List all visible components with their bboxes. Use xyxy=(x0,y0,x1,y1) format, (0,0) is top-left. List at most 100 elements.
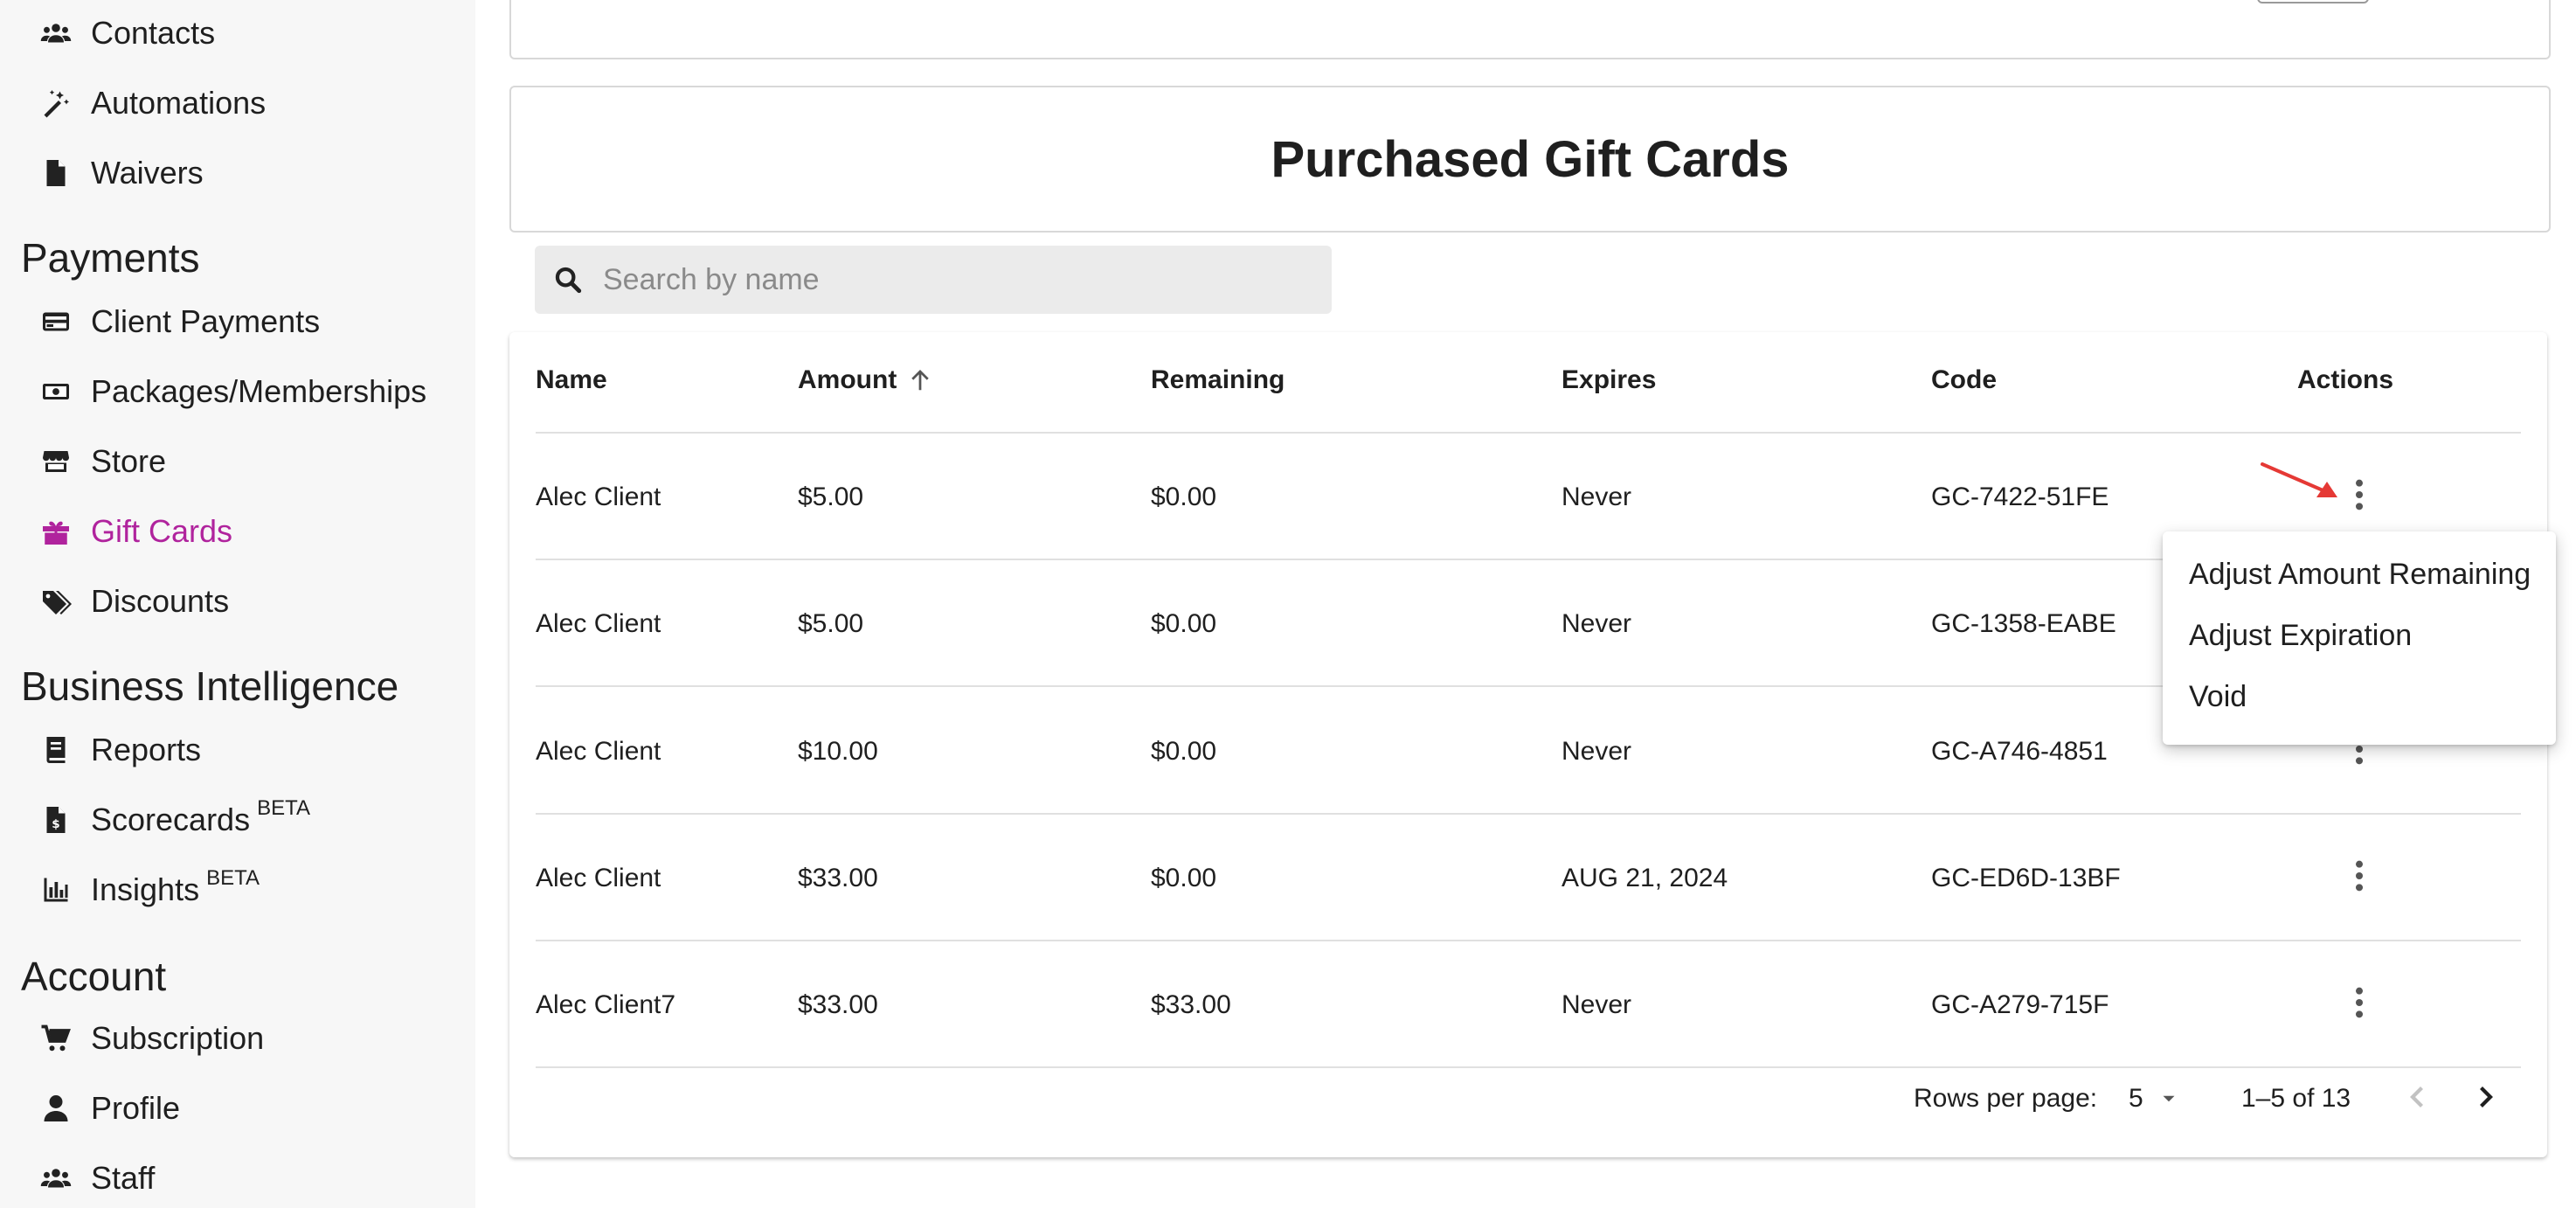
invoice-icon: $ xyxy=(38,802,73,837)
sidebar-item-discounts[interactable]: Discounts xyxy=(38,575,458,628)
secondary-button[interactable] xyxy=(2257,0,2369,3)
rows-per-page-label: Rows per page: xyxy=(1914,1084,2098,1113)
more-vertical-icon xyxy=(2356,479,2363,510)
column-header-code[interactable]: Code xyxy=(1931,365,1997,395)
cell-amount: $5.00 xyxy=(798,609,864,638)
menu-item-adjust-amount-remaining[interactable]: Adjust Amount Remaining xyxy=(2189,558,2531,592)
sidebar-item-scorecards[interactable]: $ Scorecards BETA xyxy=(38,794,458,846)
cell-amount: $33.00 xyxy=(798,990,878,1019)
page-title: Purchased Gift Cards xyxy=(1271,130,1790,188)
sidebar-item-label: Automations xyxy=(91,85,267,121)
gift-cards-table: Name Amount Remaining Expires Code Actio… xyxy=(509,332,2547,1157)
rows-per-page-value: 5 xyxy=(2129,1084,2143,1113)
sidebar-item-label: Reports xyxy=(91,732,202,767)
chevron-right-icon xyxy=(2480,1087,2493,1107)
group-icon xyxy=(38,1161,73,1196)
cell-amount: $10.00 xyxy=(798,737,878,766)
cell-remaining: $33.00 xyxy=(1151,990,1231,1019)
cell-code: GC-A746-4851 xyxy=(1931,737,2108,766)
sidebar-item-label: Packages/Memberships xyxy=(91,373,427,409)
column-header-amount[interactable]: Amount xyxy=(798,365,933,395)
cell-expires: Never xyxy=(1562,483,1632,511)
cell-code: GC-A279-715F xyxy=(1931,990,2109,1019)
row-divider xyxy=(536,1066,2521,1068)
contacts-icon xyxy=(38,16,73,51)
sidebar-item-label: Gift Cards xyxy=(91,513,233,549)
menu-item-void[interactable]: Void xyxy=(2189,680,2247,714)
sidebar-item-label: Scorecards BETA xyxy=(91,796,310,837)
money-icon xyxy=(38,374,73,409)
sidebar-item-label: Profile xyxy=(91,1090,181,1126)
column-header-expires[interactable]: Expires xyxy=(1562,365,1656,395)
sidebar-item-gift-cards[interactable]: Gift Cards xyxy=(38,505,458,558)
column-header-remaining[interactable]: Remaining xyxy=(1151,365,1285,395)
sidebar-item-insights[interactable]: Insights BETA xyxy=(38,864,458,916)
cart-icon xyxy=(38,1021,73,1056)
magic-wand-icon xyxy=(38,86,73,121)
cell-remaining: $0.00 xyxy=(1151,737,1217,766)
sidebar-item-store[interactable]: Store xyxy=(38,435,458,488)
next-page-button[interactable] xyxy=(2469,1081,2501,1120)
row-actions-button[interactable] xyxy=(2342,473,2377,517)
cell-name: Alec Client xyxy=(536,609,661,638)
column-header-name[interactable]: Name xyxy=(536,365,607,395)
sidebar-item-label: Subscription xyxy=(91,1020,265,1056)
cell-remaining: $0.00 xyxy=(1151,483,1217,511)
column-header-label: Amount xyxy=(798,365,897,394)
beta-badge: BETA xyxy=(257,796,310,820)
cell-remaining: $0.00 xyxy=(1151,609,1217,638)
title-card: Purchased Gift Cards xyxy=(509,86,2551,233)
row-divider xyxy=(536,940,2521,941)
previous-page-button[interactable] xyxy=(2402,1081,2434,1120)
cell-code: GC-ED6D-13BF xyxy=(1931,864,2121,892)
row-actions-button[interactable] xyxy=(2342,981,2377,1024)
sidebar-item-subscription[interactable]: Subscription xyxy=(38,1012,458,1065)
person-icon xyxy=(38,1091,73,1126)
book-icon xyxy=(38,732,73,767)
search-input[interactable] xyxy=(601,261,1304,298)
rows-per-page-select[interactable]: 5 xyxy=(2129,1084,2180,1114)
sidebar-item-packages-memberships[interactable]: Packages/Memberships xyxy=(38,365,458,418)
cell-amount: $5.00 xyxy=(798,483,864,511)
sidebar-item-reports[interactable]: Reports xyxy=(38,724,458,776)
cell-name: Alec Client xyxy=(536,864,661,892)
chevron-left-icon xyxy=(2410,1087,2423,1107)
gift-icon xyxy=(38,514,73,549)
document-icon xyxy=(38,156,73,191)
column-header-actions: Actions xyxy=(2297,365,2394,394)
cell-expires: Never xyxy=(1562,737,1632,766)
sidebar-item-profile[interactable]: Profile xyxy=(38,1082,458,1135)
sidebar-item-waivers[interactable]: Waivers xyxy=(38,147,458,199)
sidebar-item-label: Staff xyxy=(91,1160,156,1196)
more-vertical-icon xyxy=(2356,987,2363,1018)
tags-icon xyxy=(38,584,73,619)
sort-arrow-up-icon[interactable] xyxy=(907,367,933,393)
more-vertical-icon xyxy=(2356,860,2363,892)
pagination-range: 1–5 of 13 xyxy=(2241,1084,2351,1113)
cell-name: Alec Client7 xyxy=(536,990,676,1019)
sidebar-item-label: Discounts xyxy=(91,583,230,619)
row-actions-button[interactable] xyxy=(2342,854,2377,898)
sidebar-item-label: Waivers xyxy=(91,155,204,191)
header-divider xyxy=(536,432,2521,434)
section-title-account: Account xyxy=(21,954,167,999)
sidebar-item-contacts[interactable]: Contacts xyxy=(38,7,458,59)
cell-remaining: $0.00 xyxy=(1151,864,1217,892)
cell-code: GC-1358-EABE xyxy=(1931,609,2116,638)
menu-item-adjust-expiration[interactable]: Adjust Expiration xyxy=(2189,619,2412,653)
sidebar-item-client-payments[interactable]: Client Payments xyxy=(38,295,458,348)
row-actions-menu: Adjust Amount Remaining Adjust Expiratio… xyxy=(2163,531,2556,745)
cell-code: GC-7422-51FE xyxy=(1931,483,2109,511)
beta-badge: BETA xyxy=(206,866,260,890)
cell-expires: Never xyxy=(1562,609,1632,638)
sidebar-item-label: Client Payments xyxy=(91,303,321,339)
caret-down-icon xyxy=(2157,1087,2180,1110)
annotation-arrow-icon xyxy=(2261,462,2337,497)
sidebar-item-staff[interactable]: Staff xyxy=(38,1152,458,1205)
sidebar-item-automations[interactable]: Automations xyxy=(38,77,458,129)
search-icon xyxy=(551,262,585,297)
search-bar[interactable] xyxy=(535,246,1332,314)
sidebar-item-label: Insights BETA xyxy=(91,866,260,907)
svg-text:$: $ xyxy=(52,817,59,831)
bar-chart-icon xyxy=(38,872,73,907)
